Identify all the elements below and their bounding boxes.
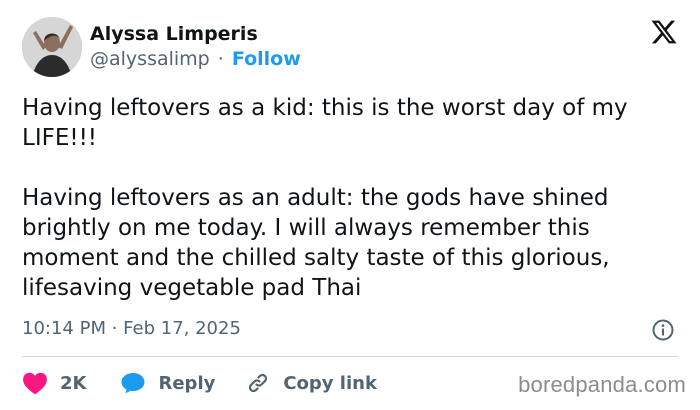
- separator-dot: ·: [217, 48, 224, 70]
- speech-bubble-icon: [121, 373, 145, 394]
- tweet-text: Having leftovers as a kid: this is the w…: [22, 93, 682, 303]
- action-bar: 2K Reply Copy link: [22, 368, 377, 398]
- link-icon: [249, 373, 268, 393]
- tweet-header: Alyssa Limperis @alyssalimp · Follow: [22, 16, 301, 78]
- x-logo-icon[interactable]: [650, 18, 678, 46]
- copy-link-button[interactable]: Copy link: [245, 371, 377, 395]
- author-handle[interactable]: @alyssalimp: [90, 48, 210, 70]
- tweet-paragraph: Having leftovers as an adult: the gods h…: [22, 185, 610, 301]
- handle-row: @alyssalimp · Follow: [90, 46, 301, 72]
- watermark: boredpanda.com: [518, 372, 686, 397]
- avatar[interactable]: [22, 17, 82, 77]
- reply-label: Reply: [158, 372, 216, 394]
- tweet-card: Alyssa Limperis @alyssalimp · Follow Hav…: [0, 0, 700, 410]
- like-button[interactable]: 2K: [22, 371, 86, 395]
- tweet-paragraph: Having leftovers as a kid: this is the w…: [22, 95, 628, 151]
- heart-icon: [23, 372, 47, 395]
- tweet-timestamp[interactable]: 10:14 PM · Feb 17, 2025: [22, 318, 241, 339]
- reply-button[interactable]: Reply: [120, 371, 215, 395]
- author-names: Alyssa Limperis @alyssalimp · Follow: [90, 22, 301, 72]
- follow-button[interactable]: Follow: [232, 48, 301, 70]
- like-count: 2K: [60, 372, 87, 394]
- author-display-name[interactable]: Alyssa Limperis: [90, 22, 301, 46]
- divider: [22, 356, 678, 357]
- info-icon[interactable]: [651, 318, 675, 342]
- copy-link-label: Copy link: [283, 372, 377, 394]
